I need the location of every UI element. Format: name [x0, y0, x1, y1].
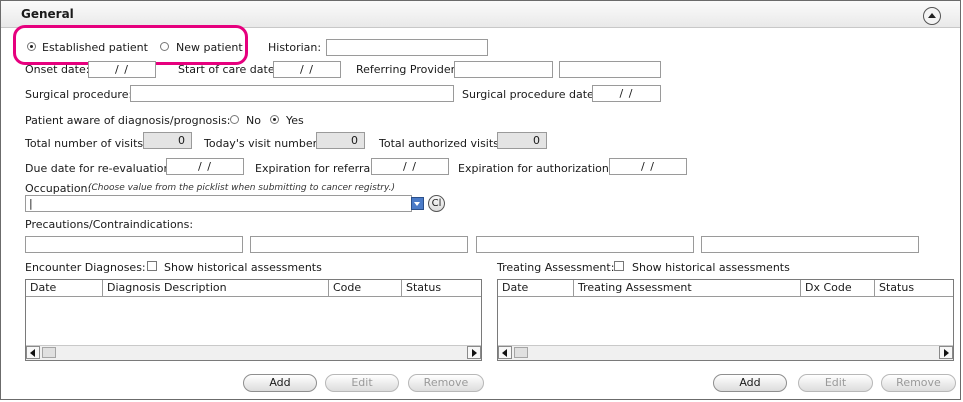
panel-header: General	[1, 1, 960, 28]
authorized-visits-field[interactable]: 0	[497, 132, 547, 149]
occupation-label: Occupation:	[25, 182, 92, 195]
encounter-show-historical-label: Show historical assessments	[164, 261, 322, 274]
today-visit-label: Today's visit number:	[204, 137, 321, 150]
column-status[interactable]: Status	[875, 280, 953, 296]
occupation-dropdown-icon[interactable]	[411, 197, 424, 210]
encounter-add-button[interactable]: Add	[243, 374, 317, 392]
onset-date-label: Onset date:	[25, 63, 90, 76]
authorized-visits-label: Total authorized visits:	[379, 137, 503, 150]
treating-assessment-label: Treating Assessment:	[497, 261, 615, 274]
onset-date-input[interactable]: / /	[88, 61, 156, 78]
treating-show-historical-label: Show historical assessments	[632, 261, 790, 274]
scroll-right-icon[interactable]	[467, 346, 481, 359]
historian-input[interactable]	[326, 39, 488, 56]
column-treating-assessment[interactable]: Treating Assessment	[574, 280, 801, 296]
scroll-thumb[interactable]	[42, 347, 56, 358]
occupation-clear-button[interactable]: Cl	[428, 195, 445, 212]
scroll-thumb[interactable]	[514, 347, 528, 358]
treating-add-button[interactable]: Add	[713, 374, 787, 392]
panel-title: General	[21, 7, 74, 21]
total-visits-label: Total number of visits:	[25, 137, 147, 150]
precautions-input-1[interactable]	[25, 236, 243, 253]
scroll-left-icon[interactable]	[498, 346, 512, 359]
collapse-icon[interactable]	[923, 7, 941, 25]
column-date[interactable]: Date	[26, 280, 103, 296]
referring-provider-input[interactable]	[454, 61, 553, 78]
aware-yes-radio[interactable]	[270, 115, 279, 124]
encounter-remove-button[interactable]: Remove	[408, 374, 484, 392]
today-visit-field: 0	[316, 132, 365, 149]
annotation-highlight	[13, 25, 248, 65]
column-date[interactable]: Date	[498, 280, 574, 296]
table-header: Date Diagnosis Description Code Status	[26, 280, 481, 297]
total-visits-field: 0	[143, 132, 192, 149]
start-of-care-label: Start of care date:	[178, 63, 279, 76]
referring-provider-label: Referring Provider:	[356, 63, 459, 76]
table-header: Date Treating Assessment Dx Code Status	[498, 280, 953, 297]
precautions-input-3[interactable]	[476, 236, 694, 253]
column-status[interactable]: Status	[402, 280, 481, 296]
aware-no-radio[interactable]	[230, 115, 239, 124]
surgical-procedure-input[interactable]	[130, 85, 454, 102]
authorization-expiration-input[interactable]: / /	[609, 158, 687, 175]
scroll-left-icon[interactable]	[26, 346, 40, 359]
referring-provider-input-2[interactable]	[559, 61, 661, 78]
horizontal-scrollbar[interactable]	[26, 345, 481, 360]
referral-expiration-input[interactable]: / /	[371, 158, 449, 175]
referral-expiration-label: Expiration for referral:	[255, 162, 377, 175]
occupation-input[interactable]: |	[25, 195, 412, 212]
column-dx-code[interactable]: Dx Code	[801, 280, 875, 296]
patient-aware-label: Patient aware of diagnosis/prognosis:	[25, 114, 231, 127]
surgical-procedure-date-label: Surgical procedure date:	[462, 88, 598, 101]
encounter-diagnoses-table[interactable]: Date Diagnosis Description Code Status	[25, 279, 482, 361]
treating-assessment-table[interactable]: Date Treating Assessment Dx Code Status	[497, 279, 954, 361]
start-of-care-input[interactable]: / /	[273, 61, 341, 78]
surgical-procedure-label: Surgical procedure:	[25, 88, 133, 101]
occupation-hint: (Choose value from the picklist when sub…	[88, 183, 395, 193]
precautions-input-4[interactable]	[701, 236, 919, 253]
precautions-input-2[interactable]	[250, 236, 468, 253]
precautions-label: Precautions/Contraindications:	[25, 218, 194, 231]
column-diagnosis-description[interactable]: Diagnosis Description	[103, 280, 329, 296]
aware-yes-label: Yes	[286, 114, 304, 127]
scroll-right-icon[interactable]	[939, 346, 953, 359]
historian-label: Historian:	[268, 41, 322, 54]
treating-remove-button[interactable]: Remove	[881, 374, 956, 392]
treating-show-historical-checkbox[interactable]	[614, 261, 624, 271]
encounter-diagnoses-label: Encounter Diagnoses:	[25, 261, 146, 274]
treating-edit-button[interactable]: Edit	[798, 374, 873, 392]
authorization-expiration-label: Expiration for authorization:	[458, 162, 613, 175]
reevaluation-date-input[interactable]: / /	[166, 158, 244, 175]
surgical-procedure-date-input[interactable]: / /	[592, 85, 661, 102]
horizontal-scrollbar[interactable]	[498, 345, 953, 360]
encounter-edit-button[interactable]: Edit	[325, 374, 399, 392]
column-code[interactable]: Code	[329, 280, 402, 296]
aware-no-label: No	[246, 114, 261, 127]
encounter-show-historical-checkbox[interactable]	[147, 261, 157, 271]
reevaluation-label: Due date for re-evaluation:	[25, 162, 175, 175]
